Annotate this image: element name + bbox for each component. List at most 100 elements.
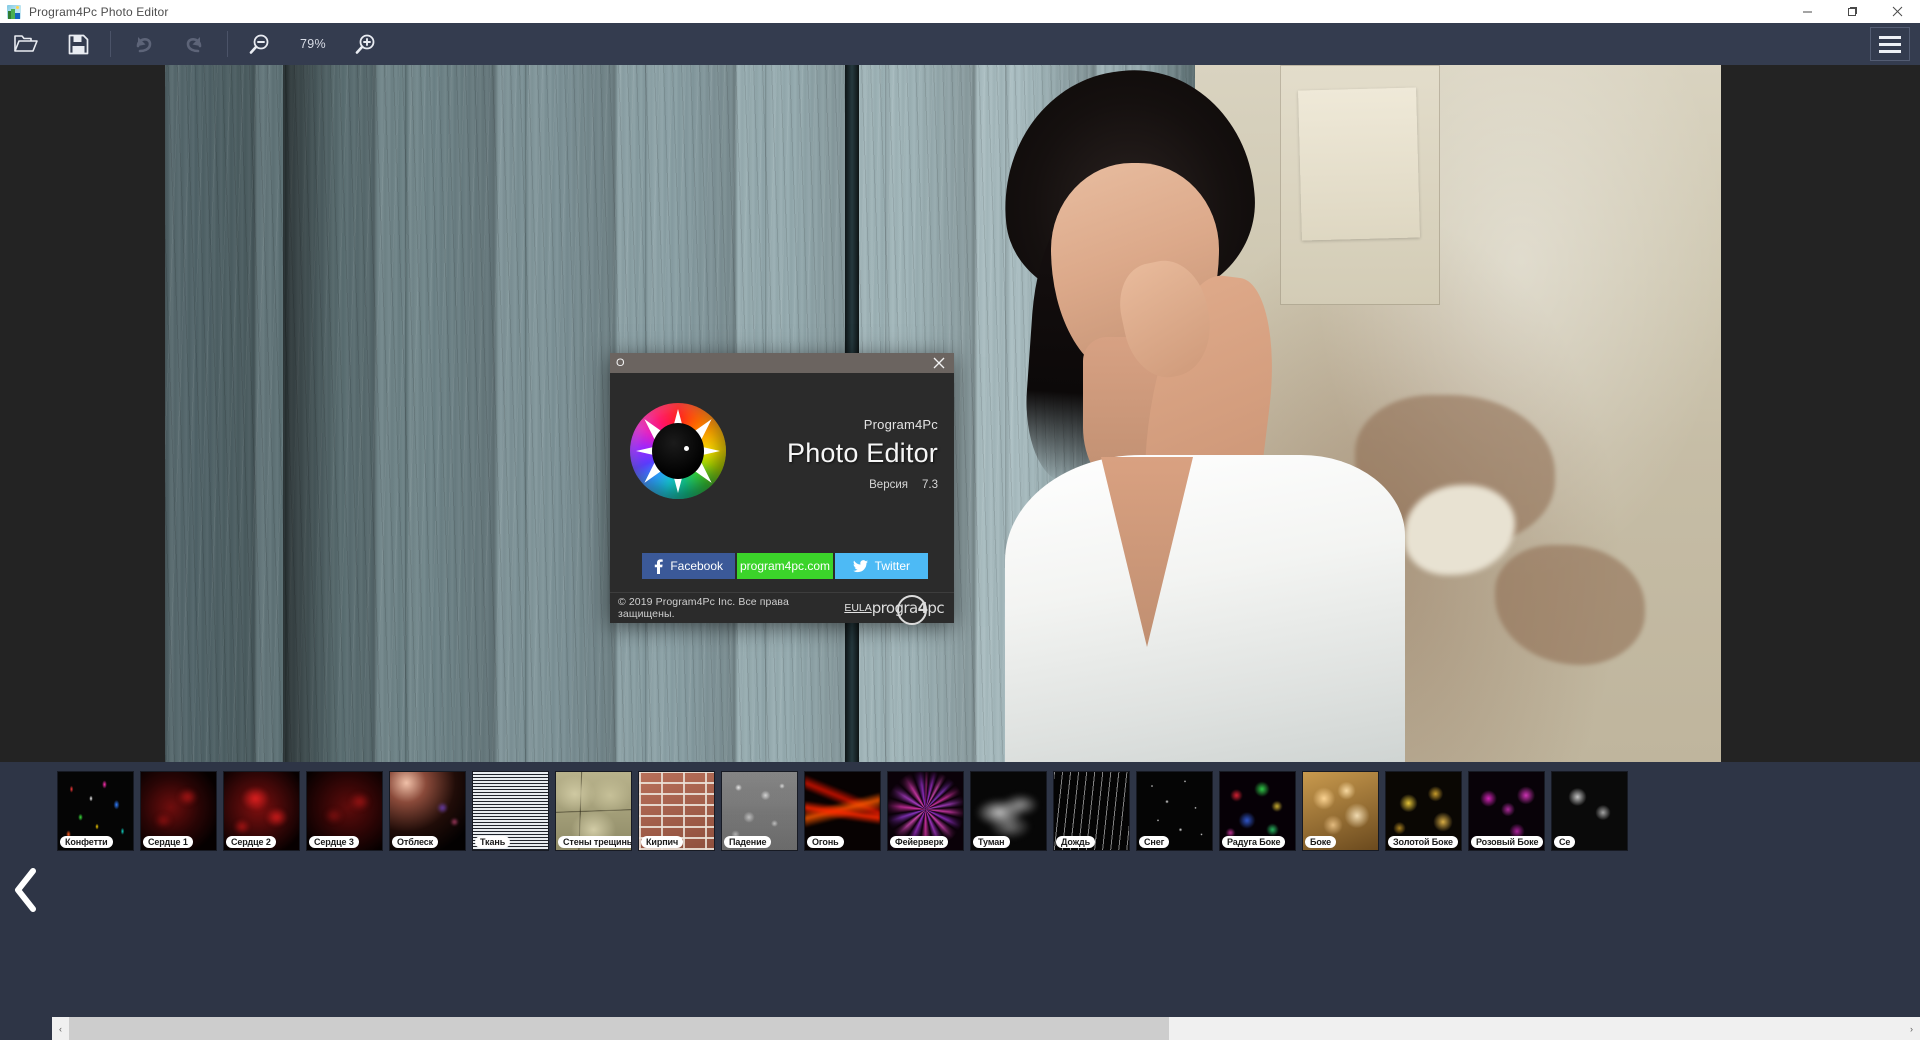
website-button[interactable]: program4pc.com [737, 553, 833, 579]
hamburger-menu-icon [1879, 42, 1901, 46]
filmstrip-thumbnail[interactable]: Отблеск [390, 772, 465, 850]
facebook-button[interactable]: Facebook [642, 553, 736, 579]
application-window: Program4Pc Photo Editor 79% О Program4Pc… [0, 0, 1920, 1040]
thumbnail-label: Розовый Боке [1471, 836, 1544, 848]
scrollbar-track[interactable] [69, 1017, 1903, 1040]
logo-pupil [652, 423, 704, 479]
filmstrip-thumbnail[interactable]: Розовый Боке [1469, 772, 1544, 850]
filmstrip-thumbnail[interactable]: Дождь [1054, 772, 1129, 850]
maximize-icon [1848, 7, 1857, 16]
thumbnail-label: Сердце 1 [143, 836, 193, 848]
social-button-row: Facebook program4pc.com Twitter [642, 553, 929, 579]
close-button[interactable] [1875, 0, 1920, 23]
filmstrip-thumbnail[interactable]: Се [1552, 772, 1627, 850]
filmstrip-thumbnail[interactable]: Сердце 3 [307, 772, 382, 850]
about-dialog[interactable]: О Program4Pc Photo Editor Версия 7.3 Fac… [610, 353, 954, 625]
facebook-button-label: Facebook [670, 559, 724, 573]
website-button-label: program4pc.com [739, 559, 831, 573]
main-menu-button[interactable] [1870, 27, 1910, 61]
save-file-button[interactable] [52, 23, 104, 65]
thumbnail-label: Снег [1139, 836, 1170, 848]
photo-peel [1495, 545, 1645, 665]
brand-company-name: Program4Pc [863, 417, 938, 432]
window-controls [1785, 0, 1920, 23]
toolbar-separator [227, 31, 228, 57]
about-dialog-body: Program4Pc Photo Editor Версия 7.3 Facebo… [610, 373, 954, 592]
filmstrip-thumbnail[interactable]: Фейерверк [888, 772, 963, 850]
zoom-in-button[interactable] [340, 23, 392, 65]
minimize-icon [1803, 11, 1812, 13]
scroll-right-arrow[interactable]: › [1903, 1017, 1920, 1040]
redo-arrow-icon [186, 37, 202, 53]
thumbnail-label: Сердце 3 [309, 836, 359, 848]
thumbnail-label: Кирпич [641, 836, 684, 848]
filmstrip-thumbnail[interactable]: Сердце 2 [224, 772, 299, 850]
filmstrip-thumbnail[interactable]: Ткань [473, 772, 548, 850]
hamburger-menu-icon [1879, 35, 1901, 39]
filmstrip-thumbnail[interactable]: Конфетти [58, 772, 133, 850]
version-line: Версия 7.3 [760, 479, 938, 491]
filmstrip-thumbnail[interactable]: Падение [722, 772, 797, 850]
scroll-left-arrow[interactable]: ‹ [52, 1017, 69, 1040]
filmstrip-items: Конфетти Сердце 1 Сердце 2 Сердце 3 Отблеск Т… [52, 772, 1627, 857]
filmstrip-thumbnail[interactable]: Снег [1137, 772, 1212, 850]
thumbnail-label: Золотой Боке [1388, 836, 1458, 848]
effects-filmstrip: Конфетти Сердце 1 Сердце 2 Сердце 3 Отблеск Т… [0, 762, 1920, 1017]
thumbnail-label: Сердце 2 [226, 836, 276, 848]
thumbnail-label: Отблеск [392, 836, 439, 848]
filmstrip-thumbnail[interactable]: Огонь [805, 772, 880, 850]
horizontal-scrollbar[interactable]: ‹ › [52, 1017, 1920, 1040]
editor-canvas[interactable]: О Program4Pc Photo Editor Версия 7.3 Fac… [0, 65, 1920, 762]
filmstrip-thumbnail[interactable]: Золотой Боке [1386, 772, 1461, 850]
about-branding: Program4Pc Photo Editor Версия 7.3 [760, 417, 938, 491]
open-file-button[interactable] [0, 23, 52, 65]
logo-glint [683, 446, 689, 452]
app-icon [7, 4, 21, 19]
thumbnail-label: Се [1554, 836, 1576, 848]
twitter-button-label: Twitter [874, 559, 911, 573]
thumbnail-label: Боке [1305, 836, 1337, 848]
filmstrip-thumbnail[interactable]: Боке [1303, 772, 1378, 850]
thumbnail-label: Конфетти [60, 836, 113, 848]
filmstrip-prev-button[interactable] [0, 762, 52, 1017]
redo-button[interactable] [169, 23, 221, 65]
main-toolbar: 79% [0, 23, 1920, 65]
thumbnail-label: Стены трещины [558, 836, 631, 848]
filmstrip-thumbnail[interactable]: Кирпич [639, 772, 714, 850]
undo-button[interactable] [117, 23, 169, 65]
footer-logo-post: pc [927, 599, 944, 617]
maximize-button[interactable] [1830, 0, 1875, 23]
thumbnail-label: Туман [973, 836, 1010, 848]
thumbnail-label: Фейерверк [890, 836, 949, 848]
thumbnail-label: Радуга Боке [1222, 836, 1286, 848]
undo-arrow-icon [136, 37, 152, 53]
photo-shadow [283, 65, 343, 762]
filmstrip-thumbnail[interactable]: Радуга Боке [1220, 772, 1295, 850]
about-dialog-title-bar: О [610, 353, 954, 373]
scrollbar-thumb[interactable] [69, 1017, 1170, 1040]
program4pc-footer-logo: progra 4 pc [872, 595, 945, 625]
chevron-left-icon [15, 867, 36, 912]
filmstrip-scroll-area[interactable]: Конфетти Сердце 1 Сердце 2 Сердце 3 Отблеск Т… [52, 762, 1920, 1017]
hamburger-menu-icon [1879, 49, 1901, 53]
zoom-out-button[interactable] [234, 23, 286, 65]
photo-light-patch [1405, 485, 1515, 575]
close-x-icon [933, 357, 945, 369]
thumbnail-label: Огонь [807, 836, 844, 848]
eula-link[interactable]: EULA [844, 602, 871, 614]
minimize-button[interactable] [1785, 0, 1830, 23]
filmstrip-thumbnail[interactable]: Туман [971, 772, 1046, 850]
version-label: Версия [869, 479, 908, 491]
about-dialog-close-button[interactable] [924, 353, 954, 373]
filmstrip-thumbnail[interactable]: Сердце 1 [141, 772, 216, 850]
filmstrip-left-stub [0, 1017, 52, 1040]
photo-dress [1005, 455, 1405, 762]
footer-logo-number: 4 [917, 599, 928, 617]
twitter-button[interactable]: Twitter [834, 553, 929, 579]
floppy-save-icon [68, 34, 88, 54]
about-dialog-title: О [616, 357, 625, 369]
magnifier-minus-icon [249, 34, 269, 54]
toolbar-separator [110, 31, 111, 57]
facebook-icon [655, 558, 664, 574]
filmstrip-thumbnail[interactable]: Стены трещины [556, 772, 631, 850]
